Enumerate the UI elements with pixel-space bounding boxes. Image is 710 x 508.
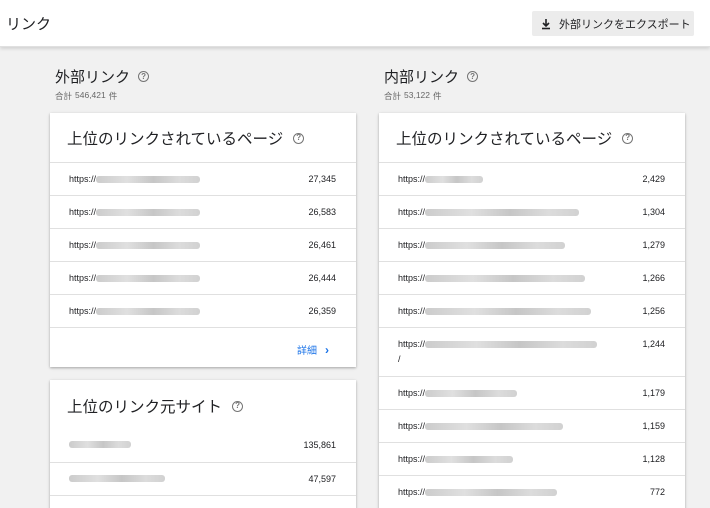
external-links-title: 外部リンク — [55, 69, 131, 86]
redacted-url — [425, 455, 514, 463]
table-row[interactable]: https:// 26,444 — [50, 261, 356, 294]
page-title: リンク — [6, 16, 52, 33]
help-icon[interactable]: ? — [622, 132, 634, 144]
table-row[interactable]: 47,597 — [50, 462, 356, 495]
help-icon[interactable]: ? — [232, 400, 244, 412]
internal-top-linked-pages-card: 上位のリンクされているページ ? https:// 2,429 https://… — [379, 113, 685, 508]
redacted-url — [425, 307, 592, 315]
redacted-url — [425, 340, 598, 348]
help-icon[interactable]: ? — [138, 71, 150, 82]
redacted-url — [425, 274, 586, 282]
table-row[interactable]: https:// 1,256 — [379, 294, 685, 327]
download-icon — [539, 17, 553, 31]
redacted-url — [425, 241, 566, 249]
table-row[interactable]: https:// 26,583 — [50, 195, 356, 228]
redacted-site — [69, 441, 131, 448]
table-row[interactable]: https:// 26,359 — [50, 294, 356, 327]
chevron-right-icon: › — [325, 342, 329, 357]
redacted-url — [425, 389, 518, 397]
table-row[interactable]: https:// 772 — [379, 475, 685, 508]
external-links-header: 外部リンク ? 合計 546,421 件 — [55, 66, 150, 102]
internal-links-total: 合計 53,122 件 — [384, 90, 442, 101]
table-row[interactable]: https:// 2,429 — [379, 162, 685, 195]
help-icon[interactable]: ? — [467, 71, 479, 82]
help-icon[interactable]: ? — [293, 132, 305, 144]
table-row[interactable]: 135,861 — [50, 429, 356, 462]
redacted-url — [96, 241, 201, 249]
internal-links-header: 内部リンク ? 合計 53,122 件 — [384, 66, 479, 102]
redacted-url — [96, 175, 201, 183]
export-button-label: 外部リンクをエクスポート — [559, 18, 691, 31]
redacted-url — [96, 274, 201, 282]
redacted-url — [425, 208, 580, 216]
card-title: 上位のリンクされているページ — [396, 131, 613, 148]
table-row[interactable]: https:// 1,266 — [379, 261, 685, 294]
table-row[interactable] — [50, 495, 356, 508]
external-top-linking-sites-card: 上位のリンク元サイト ? 135,861 47,597 — [50, 380, 356, 508]
details-link[interactable]: 詳細 › — [297, 342, 329, 358]
table-row[interactable]: https:// 1,179 — [379, 376, 685, 409]
card-footer: 詳細 › — [50, 327, 356, 367]
redacted-url — [96, 307, 201, 315]
external-top-linked-pages-card: 上位のリンクされているページ ? https:// 27,345 https:/… — [50, 113, 356, 367]
redacted-url — [425, 488, 558, 496]
card-title: 上位のリンク元サイト — [67, 399, 223, 416]
internal-links-title: 内部リンク — [384, 69, 460, 86]
table-row[interactable]: https:// / 1,244 — [379, 327, 685, 376]
table-row[interactable]: https:// 26,461 — [50, 228, 356, 261]
table-row[interactable]: https:// 1,159 — [379, 409, 685, 442]
redacted-site — [69, 475, 165, 482]
table-row[interactable]: https:// 1,128 — [379, 442, 685, 475]
table-row[interactable]: https:// 1,279 — [379, 228, 685, 261]
redacted-url — [425, 175, 484, 183]
external-links-total: 合計 546,421 件 — [55, 90, 118, 101]
redacted-url — [96, 208, 201, 216]
top-app-bar: リンク 外部リンクをエクスポート — [0, 0, 710, 47]
redacted-url — [425, 422, 564, 430]
card-title: 上位のリンクされているページ — [67, 131, 284, 148]
table-row[interactable]: https:// 27,345 — [50, 162, 356, 195]
export-external-links-button[interactable]: 外部リンクをエクスポート — [532, 11, 694, 36]
table-row[interactable]: https:// 1,304 — [379, 195, 685, 228]
